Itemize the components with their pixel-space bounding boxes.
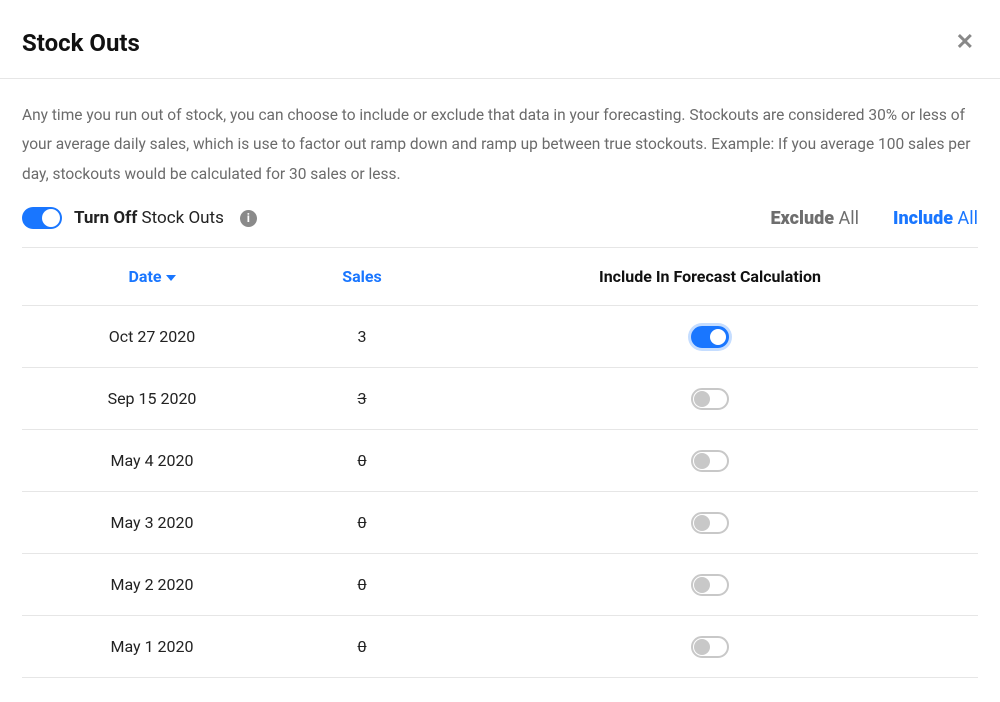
include-toggle[interactable] bbox=[691, 574, 729, 596]
cell-include bbox=[442, 388, 978, 410]
sort-caret-down-icon bbox=[166, 275, 176, 281]
cell-include bbox=[442, 450, 978, 472]
modal-header: Stock Outs ✕ bbox=[0, 0, 1000, 79]
table-row: May 1 20200 bbox=[22, 616, 978, 678]
include-toggle[interactable] bbox=[691, 636, 729, 658]
col-header-date[interactable]: Date bbox=[22, 267, 282, 286]
cell-sales: 3 bbox=[282, 327, 442, 346]
table-header-row: Date Sales Include In Forecast Calculati… bbox=[22, 248, 978, 306]
bulk-actions: Exclude All Include All bbox=[770, 208, 978, 229]
table-row: May 3 20200 bbox=[22, 492, 978, 554]
cell-date: May 3 2020 bbox=[22, 513, 282, 532]
cell-date: Sep 15 2020 bbox=[22, 389, 282, 408]
col-header-sales[interactable]: Sales bbox=[282, 267, 442, 286]
table-row: Sep 15 20203 bbox=[22, 368, 978, 430]
include-toggle[interactable] bbox=[691, 326, 729, 348]
cell-include bbox=[442, 574, 978, 596]
include-toggle-knob bbox=[694, 577, 710, 593]
include-toggle-knob bbox=[694, 639, 710, 655]
include-toggle-knob bbox=[694, 391, 710, 407]
exclude-all-button[interactable]: Exclude All bbox=[770, 208, 859, 229]
master-toggle-label: Turn Off Stock Outs bbox=[74, 208, 224, 228]
table-row: Oct 27 20203 bbox=[22, 306, 978, 368]
cell-date: May 2 2020 bbox=[22, 575, 282, 594]
cell-sales: 0 bbox=[282, 451, 442, 470]
cell-sales: 0 bbox=[282, 637, 442, 656]
include-toggle[interactable] bbox=[691, 388, 729, 410]
control-bar: Turn Off Stock Outs i Exclude All Includ… bbox=[0, 203, 1000, 247]
master-toggle-label-bold: Turn Off bbox=[74, 208, 137, 228]
master-toggle-group: Turn Off Stock Outs i bbox=[22, 207, 257, 229]
cell-date: Oct 27 2020 bbox=[22, 327, 282, 346]
include-toggle[interactable] bbox=[691, 512, 729, 534]
cell-sales: 0 bbox=[282, 513, 442, 532]
include-toggle-knob bbox=[694, 453, 710, 469]
master-toggle-knob bbox=[42, 209, 60, 227]
cell-sales: 3 bbox=[282, 389, 442, 408]
master-toggle-label-rest: Stock Outs bbox=[137, 208, 224, 228]
table-row: May 4 20200 bbox=[22, 430, 978, 492]
cell-date: May 1 2020 bbox=[22, 637, 282, 656]
table-row: May 2 20200 bbox=[22, 554, 978, 616]
stock-outs-modal: Stock Outs ✕ Any time you run out of sto… bbox=[0, 0, 1000, 678]
include-all-button[interactable]: Include All bbox=[893, 208, 978, 229]
cell-include bbox=[442, 512, 978, 534]
stockouts-table: Date Sales Include In Forecast Calculati… bbox=[22, 247, 978, 678]
close-icon[interactable]: ✕ bbox=[952, 28, 978, 58]
col-header-include: Include In Forecast Calculation bbox=[442, 267, 978, 286]
include-toggle-knob bbox=[710, 329, 726, 345]
include-toggle[interactable] bbox=[691, 450, 729, 472]
info-icon[interactable]: i bbox=[240, 210, 257, 227]
include-toggle-knob bbox=[694, 515, 710, 531]
modal-title: Stock Outs bbox=[22, 29, 140, 57]
cell-include bbox=[442, 636, 978, 658]
description-text: Any time you run out of stock, you can c… bbox=[0, 79, 1000, 203]
master-toggle[interactable] bbox=[22, 207, 62, 229]
cell-date: May 4 2020 bbox=[22, 451, 282, 470]
cell-sales: 0 bbox=[282, 575, 442, 594]
cell-include bbox=[442, 326, 978, 348]
